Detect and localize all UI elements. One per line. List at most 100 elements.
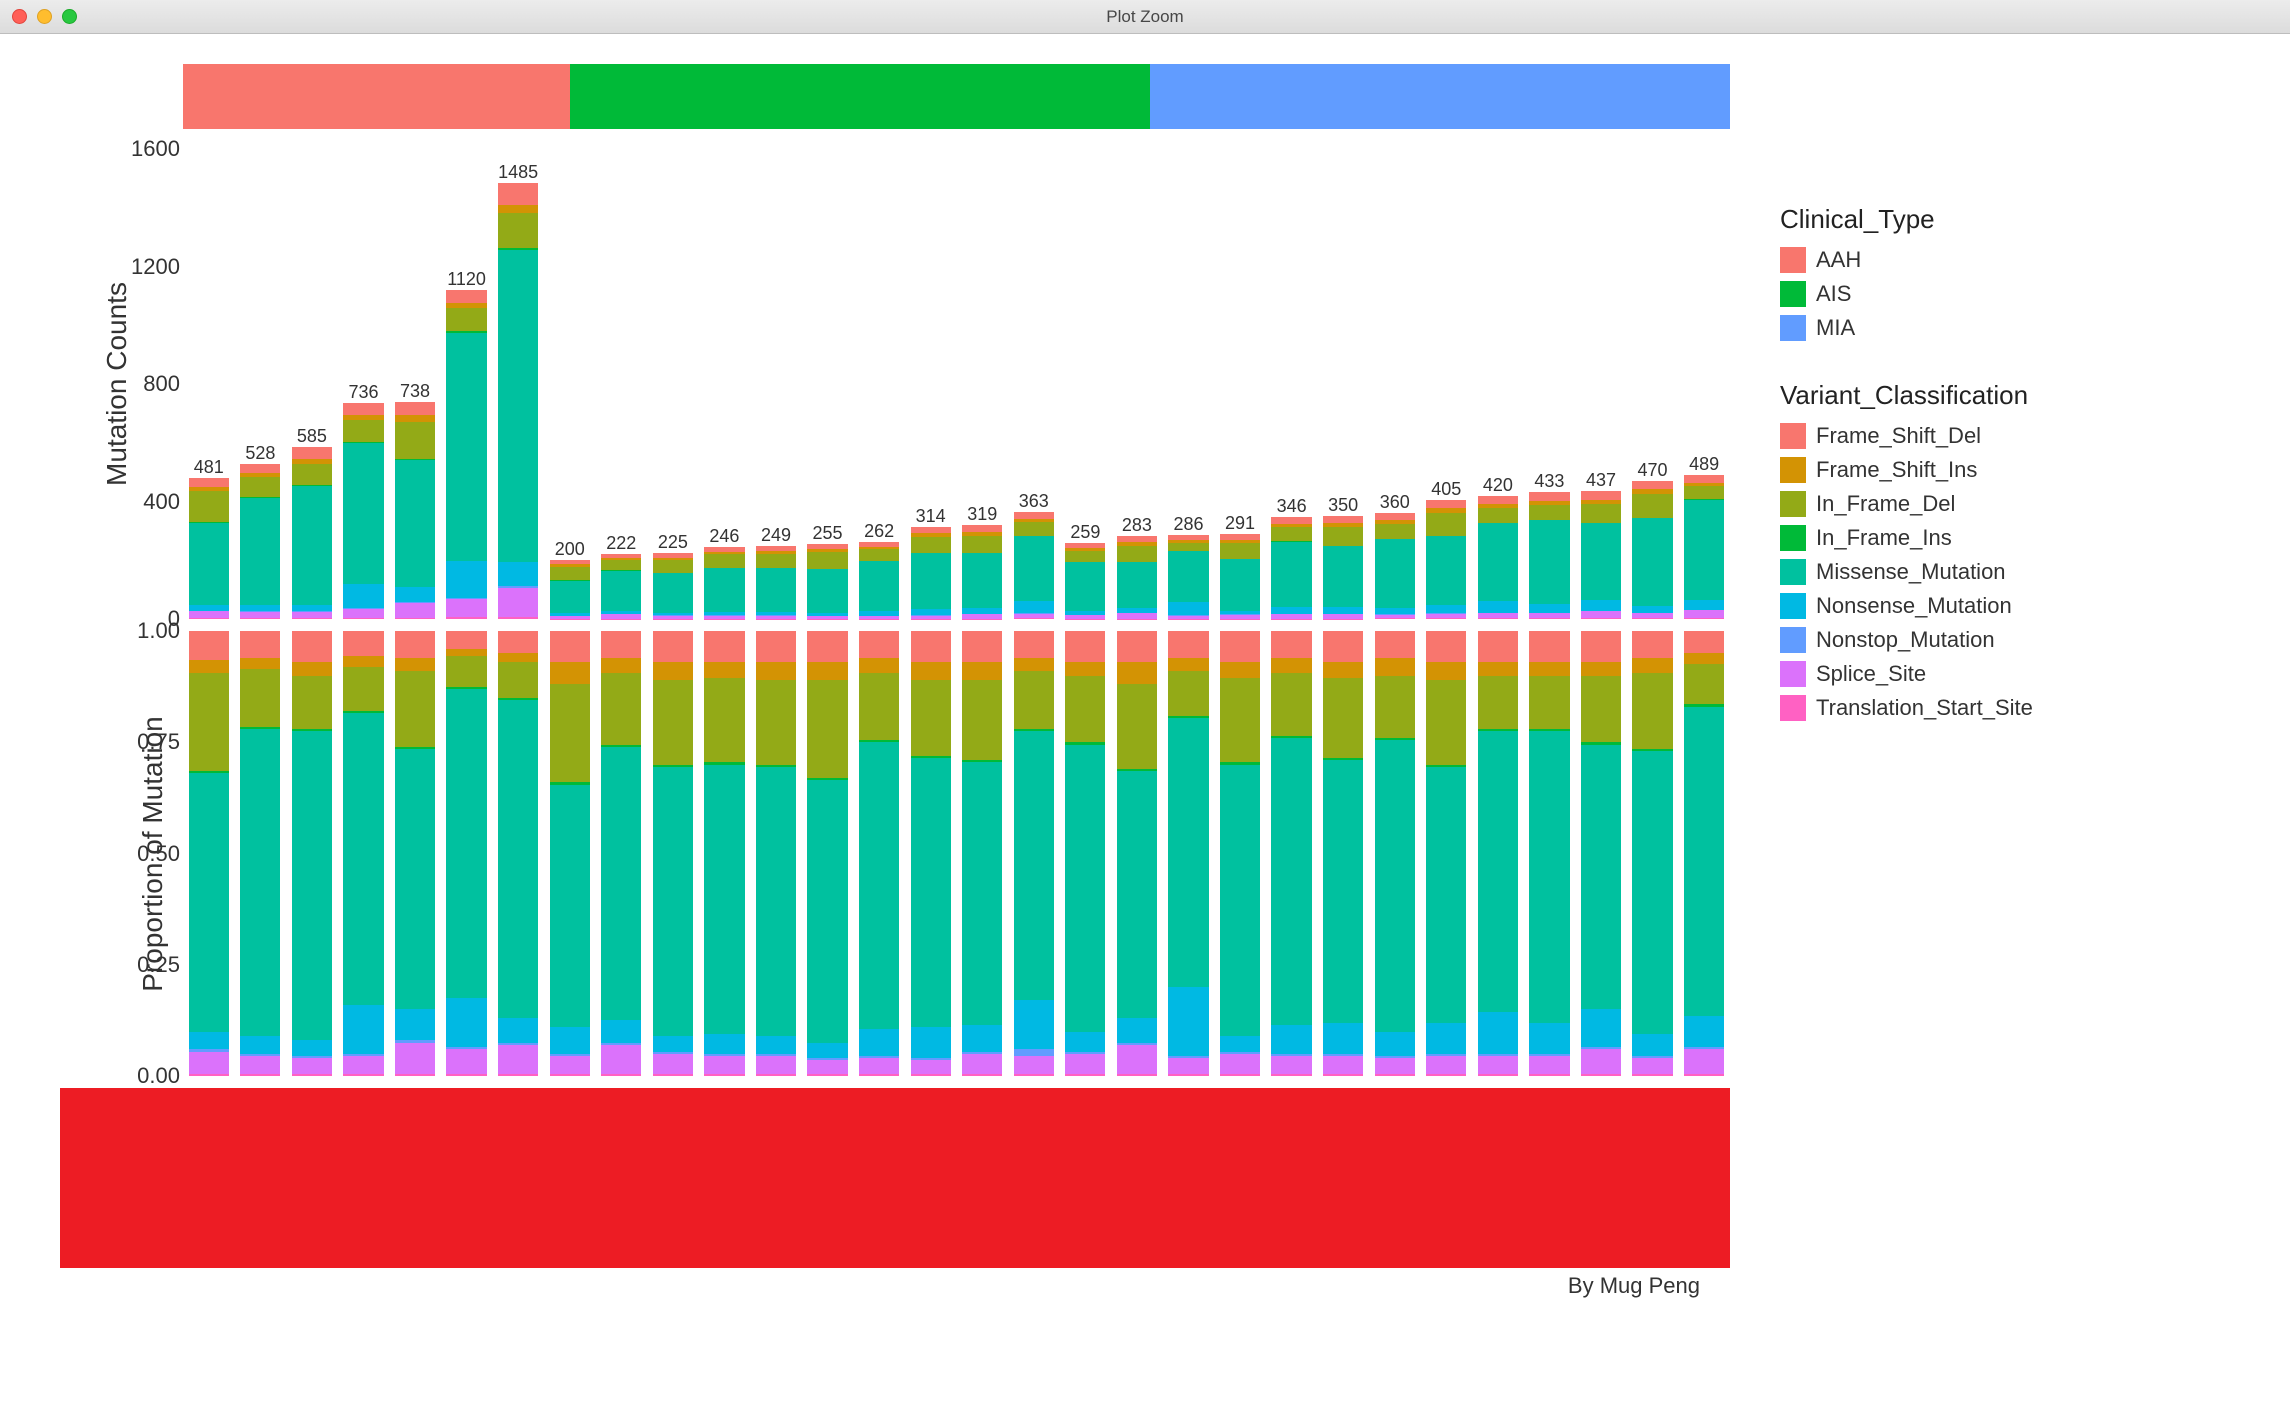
seg-In_Frame_Del	[550, 567, 590, 580]
count-stack-29	[1684, 475, 1724, 619]
tick-count-400: 400	[120, 489, 180, 515]
seg-Translation_Start_Site	[1271, 1074, 1311, 1076]
count-label-1: 528	[245, 443, 275, 464]
prop-bar-8	[596, 631, 648, 1076]
seg-Frame_Shift_Del	[1426, 500, 1466, 508]
seg-Frame_Shift_Del	[446, 290, 486, 303]
seg-Frame_Shift_Del	[498, 183, 538, 205]
seg-Missense_Mutation	[807, 780, 847, 1043]
clinical-strip	[183, 64, 1730, 129]
zoom-icon[interactable]	[62, 9, 77, 24]
seg-Missense_Mutation	[550, 785, 590, 1028]
count-label-9: 225	[658, 532, 688, 553]
count-bar-3: 736	[338, 149, 390, 619]
counts-panel: Mutation Counts 040080012001600 48152858…	[30, 149, 1730, 619]
seg-Nonsense_Mutation	[1323, 607, 1363, 614]
bottom-band	[60, 1088, 1730, 1268]
count-stack-19	[1168, 535, 1208, 619]
seg-Nonsense_Mutation	[240, 1036, 280, 1054]
seg-Frame_Shift_Ins	[1426, 662, 1466, 680]
seg-Nonsense_Mutation	[1220, 1036, 1260, 1052]
seg-Frame_Shift_Ins	[550, 662, 590, 684]
seg-Frame_Shift_Del	[1632, 481, 1672, 489]
seg-Translation_Start_Site	[550, 1074, 590, 1076]
seg-Frame_Shift_Del	[1581, 631, 1621, 662]
seg-Frame_Shift_Ins	[1014, 658, 1054, 671]
seg-In_Frame_Del	[189, 673, 229, 771]
count-label-11: 249	[761, 525, 791, 546]
minimize-icon[interactable]	[37, 9, 52, 24]
seg-Frame_Shift_Del	[1323, 631, 1363, 662]
seg-Missense_Mutation	[1375, 539, 1415, 608]
seg-Frame_Shift_Del	[189, 631, 229, 660]
count-bar-24: 405	[1421, 149, 1473, 619]
prop-bar-23	[1369, 631, 1421, 1076]
credit-text: By Mug Peng	[30, 1268, 1730, 1299]
seg-Missense_Mutation	[343, 713, 383, 1004]
seg-Splice_Site	[601, 1045, 641, 1074]
seg-Frame_Shift_Del	[446, 631, 486, 649]
legend-item-Translation_Start_Site: Translation_Start_Site	[1780, 691, 2230, 725]
seg-Frame_Shift_Del	[911, 631, 951, 662]
seg-In_Frame_Del	[550, 684, 590, 782]
count-label-10: 246	[709, 526, 739, 547]
prop-stack-25	[1478, 631, 1518, 1076]
seg-In_Frame_Del	[1581, 676, 1621, 743]
prop-bar-26	[1524, 631, 1576, 1076]
seg-Frame_Shift_Del	[1684, 475, 1724, 482]
seg-Frame_Shift_Ins	[292, 662, 332, 675]
seg-Frame_Shift_Ins	[601, 658, 641, 674]
prop-stack-18	[1117, 631, 1157, 1076]
seg-Splice_Site	[395, 1043, 435, 1074]
legend-clinical: AAHAISMIA	[1780, 243, 2230, 345]
prop-bar-27	[1575, 631, 1627, 1076]
legend-label: Frame_Shift_Ins	[1816, 457, 1977, 483]
seg-Translation_Start_Site	[962, 1074, 1002, 1076]
seg-In_Frame_Del	[911, 537, 951, 553]
legend-label: Missense_Mutation	[1816, 559, 2006, 585]
seg-Splice_Site	[962, 1054, 1002, 1074]
seg-Nonsense_Mutation	[704, 1034, 744, 1054]
seg-In_Frame_Del	[1014, 671, 1054, 729]
swatch-icon	[1780, 247, 1806, 273]
prop-bar-16	[1008, 631, 1060, 1076]
seg-Translation_Start_Site	[1323, 1074, 1363, 1076]
titlebar[interactable]: Plot Zoom	[0, 0, 2290, 34]
seg-Missense_Mutation	[1632, 751, 1672, 1034]
seg-In_Frame_Del	[498, 213, 538, 248]
seg-Frame_Shift_Del	[550, 631, 590, 662]
seg-Frame_Shift_Del	[807, 631, 847, 662]
seg-In_Frame_Del	[962, 680, 1002, 760]
prop-bar-28	[1627, 631, 1679, 1076]
y-ticks-counts: 040080012001600	[120, 149, 180, 619]
seg-Missense_Mutation	[1323, 760, 1363, 1023]
seg-Frame_Shift_Ins	[859, 658, 899, 674]
seg-Missense_Mutation	[1220, 765, 1260, 1036]
seg-Missense_Mutation	[1014, 536, 1054, 601]
seg-Nonsense_Mutation	[1168, 602, 1208, 615]
prop-stack-15	[962, 631, 1002, 1076]
seg-Missense_Mutation	[601, 747, 641, 1021]
prop-bar-7	[544, 631, 596, 1076]
seg-In_Frame_Del	[1684, 486, 1724, 499]
count-bar-27: 437	[1575, 149, 1627, 619]
strip-AAH	[183, 64, 570, 129]
swatch-icon	[1780, 593, 1806, 619]
count-bar-28: 470	[1627, 149, 1679, 619]
count-stack-16	[1014, 512, 1054, 619]
seg-Translation_Start_Site	[1168, 1074, 1208, 1076]
seg-Translation_Start_Site	[240, 618, 280, 619]
seg-Frame_Shift_Del	[395, 631, 435, 658]
seg-Frame_Shift_Ins	[653, 662, 693, 680]
seg-Missense_Mutation	[498, 700, 538, 1018]
count-stack-23	[1375, 513, 1415, 619]
count-stack-4	[395, 402, 435, 619]
seg-In_Frame_Del	[601, 560, 641, 570]
close-icon[interactable]	[12, 9, 27, 24]
seg-Missense_Mutation	[1065, 562, 1105, 611]
seg-Frame_Shift_Del	[1220, 631, 1260, 662]
seg-In_Frame_Del	[1632, 494, 1672, 517]
seg-Missense_Mutation	[343, 443, 383, 585]
seg-Translation_Start_Site	[1632, 618, 1672, 619]
seg-Translation_Start_Site	[292, 1074, 332, 1076]
